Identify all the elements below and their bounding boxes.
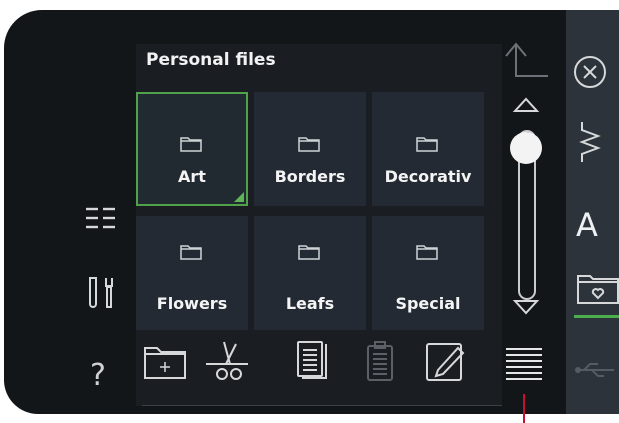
file-folder-tile[interactable]: Art (136, 92, 248, 206)
file-folder-tile[interactable]: Borders (254, 92, 366, 206)
page-title: Personal files (146, 50, 276, 70)
scissors-icon[interactable] (204, 340, 250, 384)
file-folder-tile[interactable]: Flowers (136, 216, 248, 330)
position-marker (523, 394, 525, 423)
paste-icon[interactable] (364, 340, 396, 384)
file-label: Leafs (285, 294, 335, 313)
device-screen: ? Personal files Art Borders Decorativ F… (4, 10, 619, 414)
folder-icon (416, 137, 438, 152)
folder-icon (298, 245, 320, 260)
file-label: Decorativ (384, 167, 472, 186)
file-folder-tile[interactable]: Decorativ (372, 92, 484, 206)
list-view-icon[interactable] (84, 204, 118, 234)
folder-heart-icon[interactable] (576, 272, 619, 306)
help-icon[interactable]: ? (90, 358, 106, 393)
stitch-icon[interactable] (574, 118, 614, 168)
copy-icon[interactable] (294, 340, 330, 384)
file-label: Borders (274, 167, 346, 186)
menu-lines-icon[interactable] (504, 346, 544, 386)
scrollbar-thumb[interactable] (510, 132, 542, 164)
return-up-icon[interactable] (502, 40, 552, 84)
file-label: Special (395, 294, 461, 313)
folder-icon (180, 137, 202, 152)
left-sidebar: ? (4, 10, 132, 414)
tools-icon[interactable] (86, 275, 118, 311)
file-folder-tile[interactable]: Leafs (254, 216, 366, 330)
folder-icon (298, 137, 320, 152)
file-label: Flowers (156, 294, 228, 313)
usb-icon[interactable] (574, 360, 618, 380)
toolbar-divider (142, 405, 502, 406)
folder-icon (416, 245, 438, 260)
active-tab-indicator (574, 315, 619, 318)
selection-marker (234, 192, 244, 202)
close-circle-icon[interactable] (570, 52, 610, 92)
file-label: Art (178, 167, 206, 186)
rename-icon[interactable] (424, 340, 468, 384)
folder-icon (180, 245, 202, 260)
scroll-up-icon[interactable] (512, 96, 540, 114)
font-icon[interactable]: A (576, 206, 598, 244)
file-folder-tile[interactable]: Special (372, 216, 484, 330)
scroll-down-icon[interactable] (512, 298, 540, 316)
new-folder-icon[interactable] (142, 342, 188, 382)
